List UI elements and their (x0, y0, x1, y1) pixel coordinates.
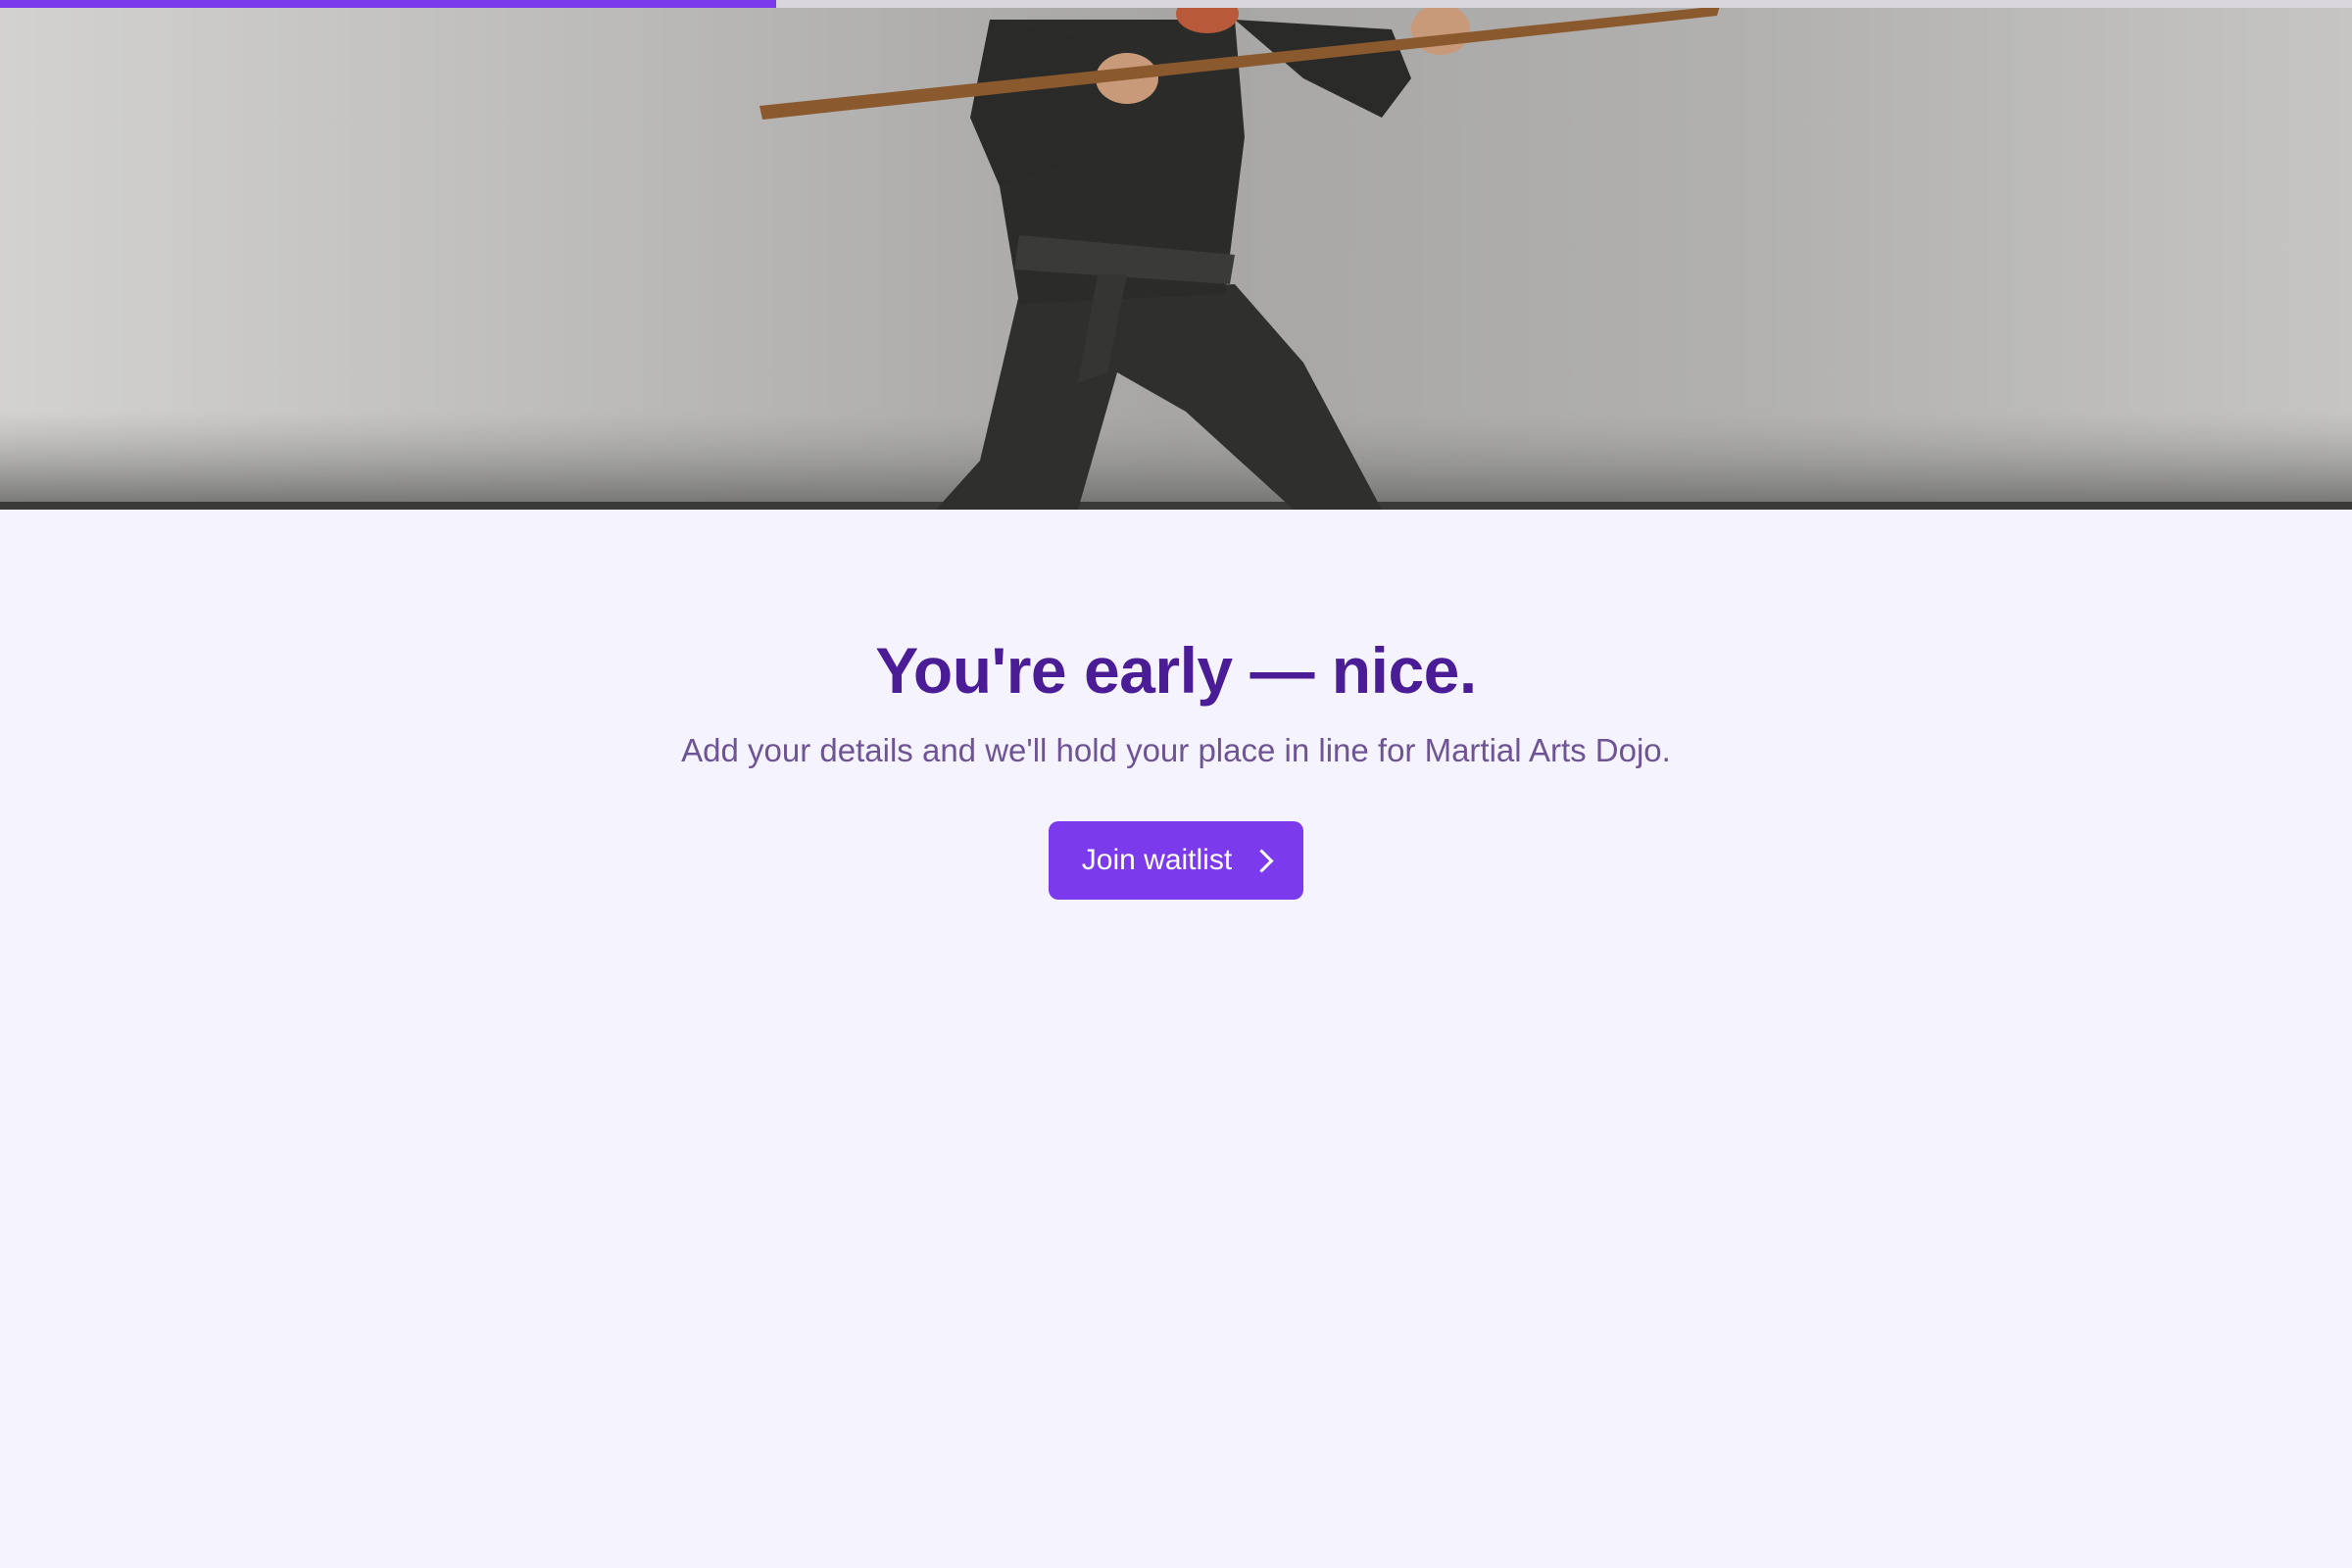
progress-bar (0, 0, 2352, 8)
progress-bar-fill (0, 0, 776, 8)
join-waitlist-button[interactable]: Join waitlist (1049, 821, 1303, 900)
join-waitlist-label: Join waitlist (1081, 844, 1233, 876)
hero-image (0, 0, 2352, 510)
page-subtitle: Add your details and we'll hold your pla… (681, 732, 1671, 768)
martial-artist-illustration (0, 0, 2352, 510)
main-content: You're early — nice. Add your details an… (0, 510, 2352, 900)
chevron-right-icon (1250, 848, 1274, 873)
page-title: You're early — nice. (875, 634, 1477, 707)
